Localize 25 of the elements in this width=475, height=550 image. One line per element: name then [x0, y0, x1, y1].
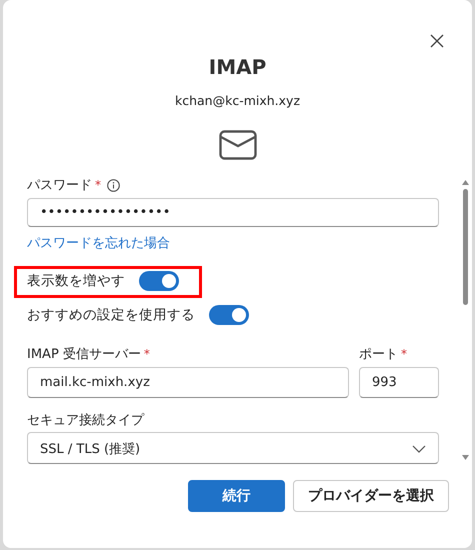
- select-provider-button[interactable]: プロバイダーを選択: [293, 480, 449, 512]
- server-field[interactable]: mail.kc-mixh.xyz: [27, 367, 349, 398]
- continue-button[interactable]: 続行: [188, 480, 285, 512]
- required-asterisk: *: [144, 347, 150, 362]
- envelope-icon: [218, 130, 256, 160]
- toggle-switch[interactable]: [139, 270, 179, 291]
- required-asterisk: *: [401, 347, 407, 362]
- toggle-label: おすすめの設定を使用する: [27, 306, 195, 324]
- port-label: ポート: [359, 346, 398, 364]
- chevron-down-icon: [412, 444, 426, 453]
- password-label: パスワード: [27, 177, 92, 194]
- toggle-label: 表示数を増やす: [27, 272, 125, 290]
- required-asterisk: *: [95, 178, 101, 192]
- password-field[interactable]: •••••••••••••••••: [27, 198, 439, 226]
- forgot-password-link[interactable]: パスワードを忘れた場合: [27, 234, 170, 252]
- info-icon[interactable]: [107, 178, 120, 192]
- dialog-title: IMAP: [208, 55, 266, 79]
- security-dropdown[interactable]: SSL / TLS (推奨): [27, 432, 439, 464]
- account-email: kchan@kc-mixh.xyz: [174, 93, 300, 108]
- toggle-switch[interactable]: [209, 305, 249, 326]
- scroll-up-arrow-icon[interactable]: [462, 180, 468, 185]
- security-label: セキュア接続タイプ: [27, 412, 146, 429]
- scroll-down-arrow-icon[interactable]: [462, 455, 468, 460]
- port-field[interactable]: 993: [359, 367, 439, 398]
- server-label: IMAP 受信サーバー: [27, 346, 141, 364]
